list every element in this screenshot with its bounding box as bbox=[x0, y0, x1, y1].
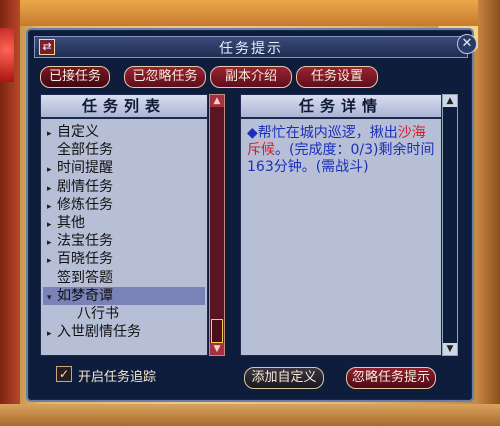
scroll-up-icon[interactable]: ▲ bbox=[210, 95, 224, 107]
task-detail-panel: ◆帮忙在城内巡逻，揪出沙海斥候。(完成度：0/3)剩余时间163分钟。(需战斗) bbox=[240, 118, 442, 356]
task-list-item[interactable]: ▸ 其他 bbox=[47, 214, 85, 232]
tab-accepted-tasks[interactable]: 已接任务 bbox=[40, 66, 110, 88]
background-bottom-border bbox=[0, 404, 500, 426]
task-text-part1: 帮忙在城内巡逻，揪出 bbox=[257, 125, 398, 141]
bullet-icon: ◆ bbox=[247, 125, 258, 141]
task-list-item-label: 法宝任务 bbox=[57, 233, 113, 250]
expanded-arrow-icon: ▾ bbox=[47, 292, 52, 303]
detail-scroll-up-icon[interactable]: ▲ bbox=[443, 95, 457, 107]
task-text-part2: 。(完成度：0/3)剩余时间163分钟。(需战斗) bbox=[247, 142, 435, 175]
task-list-item[interactable]: ▸ 自定义 bbox=[47, 123, 99, 141]
task-list-title: 任务列表 bbox=[40, 94, 208, 118]
lantern-icon bbox=[0, 28, 14, 82]
task-list-item-label: 全部任务 bbox=[57, 142, 113, 159]
collapsed-arrow-icon: ▸ bbox=[47, 329, 52, 340]
task-list-item[interactable]: ▾ 如梦奇谭 bbox=[43, 286, 205, 305]
task-list-item-label: 剧情任务 bbox=[57, 178, 113, 195]
ignore-task-hint-button[interactable]: 忽略任务提示 bbox=[346, 367, 436, 389]
task-list-item[interactable]: 八行书 bbox=[67, 305, 119, 323]
background-right-border bbox=[478, 0, 500, 426]
tab-task-settings[interactable]: 任务设置 bbox=[296, 66, 378, 88]
task-list-item-label: 八行书 bbox=[77, 306, 119, 322]
detail-scroll-down-icon[interactable]: ▼ bbox=[443, 343, 457, 355]
scroll-thumb[interactable] bbox=[211, 319, 223, 343]
window-title: 任务提示 bbox=[219, 41, 283, 57]
task-list-item[interactable]: ▸ 百晓任务 bbox=[47, 250, 113, 268]
task-list-item-label: 时间提醒 bbox=[57, 160, 113, 177]
task-list-item[interactable]: ▸ 入世剧情任务 bbox=[47, 323, 141, 341]
task-list-item-label: 如梦奇谭 bbox=[57, 287, 113, 304]
task-list-item-label: 百晓任务 bbox=[57, 251, 113, 268]
task-list-item-label: 修炼任务 bbox=[57, 196, 113, 213]
task-tracking-checkbox[interactable]: ✓ bbox=[56, 366, 72, 382]
task-hint-window: ⇄ 任务提示 ✕ 已接任务 已忽略任务 副本介绍 任务设置 任务列表 ▸ 自定义全… bbox=[26, 28, 477, 402]
close-icon[interactable]: ✕ bbox=[457, 34, 477, 54]
task-list-item-label: 其他 bbox=[57, 215, 85, 231]
task-list-item[interactable]: 全部任务 bbox=[47, 141, 113, 159]
background-top-border bbox=[0, 0, 500, 26]
tab-instance-intro[interactable]: 副本介绍 bbox=[210, 66, 292, 88]
task-list-item[interactable]: ▸ 修炼任务 bbox=[47, 196, 113, 214]
task-list-item-label: 自定义 bbox=[57, 124, 99, 140]
task-list-item-label: 入世剧情任务 bbox=[57, 324, 141, 341]
task-list-item[interactable]: 签到答题 bbox=[47, 269, 113, 287]
task-tracking-label: 开启任务追踪 bbox=[78, 370, 157, 385]
title-bar[interactable]: ⇄ 任务提示 ✕ bbox=[34, 34, 477, 58]
task-list-item[interactable]: ▸ 法宝任务 bbox=[47, 232, 113, 250]
task-detail-text: ◆帮忙在城内巡逻，揪出沙海斥候。(完成度：0/3)剩余时间163分钟。(需战斗) bbox=[247, 125, 437, 176]
task-list-scrollbar[interactable]: ▲ ▼ bbox=[209, 94, 225, 356]
tab-ignored-tasks[interactable]: 已忽略任务 bbox=[124, 66, 206, 88]
task-detail-scrollbar[interactable]: ▲ ▼ bbox=[442, 94, 458, 356]
task-detail-title: 任务详情 bbox=[240, 94, 442, 118]
task-list-item[interactable]: ▸ 剧情任务 bbox=[47, 178, 113, 196]
task-list-panel: ▸ 自定义 全部任务 ▸ 时间提醒 ▸ 剧情任务 ▸ 修炼任务 ▸ 其他 ▸ 法宝任务 ▸ 百晓任务 签到答题… bbox=[40, 118, 208, 356]
scroll-down-icon[interactable]: ▼ bbox=[210, 343, 224, 355]
add-custom-button[interactable]: 添加自定义 bbox=[244, 367, 324, 389]
task-list-item[interactable]: ▸ 时间提醒 bbox=[47, 159, 113, 177]
task-list-item-label: 签到答题 bbox=[57, 269, 113, 286]
